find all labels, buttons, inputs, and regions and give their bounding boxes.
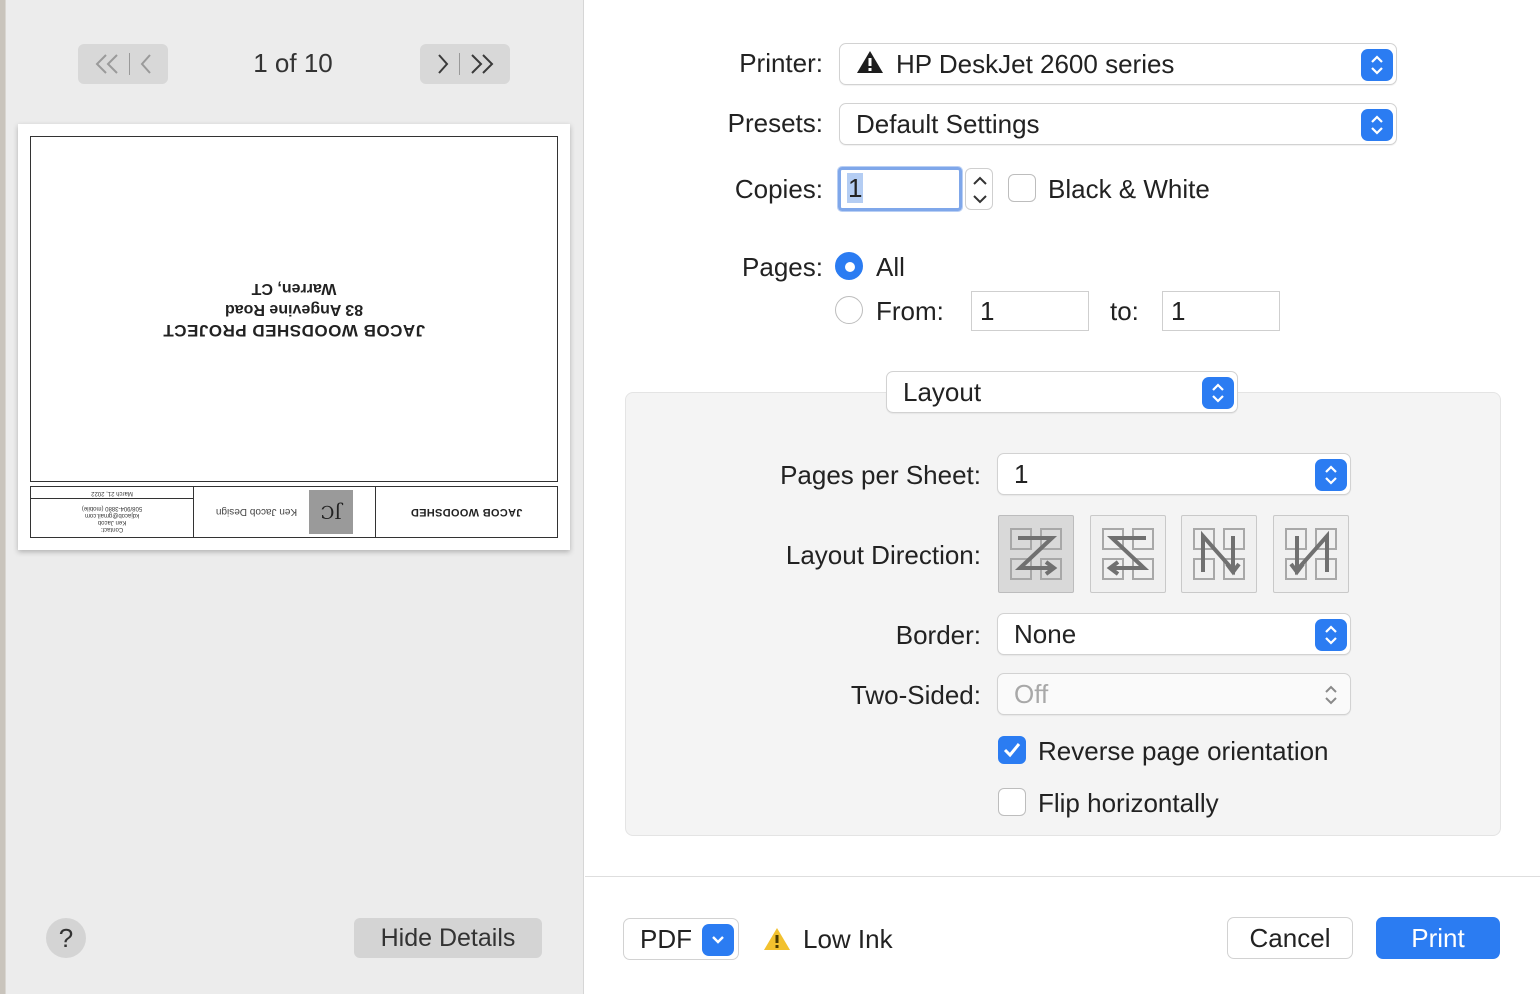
contact-line: 508/904-3880 (mobile) bbox=[81, 505, 143, 511]
section-value: Layout bbox=[903, 377, 982, 407]
z-left-right-icon[interactable] bbox=[998, 515, 1074, 593]
popup-arrows-icon bbox=[1315, 459, 1347, 491]
pages-from-label: From: bbox=[876, 296, 944, 326]
popup-arrows-icon bbox=[1315, 619, 1347, 651]
pages-from-radio[interactable] bbox=[835, 296, 863, 324]
popup-arrows-icon bbox=[1315, 679, 1347, 711]
pages-per-sheet-value: 1 bbox=[1014, 459, 1029, 489]
reverse-orientation-label: Reverse page orientation bbox=[1038, 736, 1329, 766]
two-sided-value: Off bbox=[1014, 679, 1049, 709]
pages-per-sheet-label: Pages per Sheet: bbox=[780, 460, 981, 490]
low-ink-label: Low Ink bbox=[803, 924, 893, 954]
pages-to-field[interactable]: 1 bbox=[1162, 291, 1280, 331]
popup-arrows-icon bbox=[1202, 377, 1234, 409]
window-edge bbox=[0, 0, 6, 994]
low-ink-warning-icon bbox=[763, 926, 791, 957]
nav-separator bbox=[458, 53, 460, 75]
previous-page-icon[interactable] bbox=[138, 52, 154, 76]
n-top-bottom-icon[interactable] bbox=[1181, 515, 1257, 593]
presets-label: Presets: bbox=[727, 108, 823, 138]
pages-all-label: All bbox=[876, 252, 905, 282]
pages-all-radio[interactable] bbox=[835, 252, 863, 280]
reverse-n-icon[interactable] bbox=[1273, 515, 1349, 593]
last-page-icon[interactable] bbox=[468, 52, 496, 76]
title-block-contact: Contact: Ken Jacob kdjacob@gmail.com 508… bbox=[31, 487, 193, 537]
title-block-name: JACOB WOODSHED bbox=[375, 487, 557, 537]
drawing-frame: JACOB WOODSHED PROJECT 83 Angevine Road … bbox=[30, 136, 558, 482]
pages-per-sheet-popup[interactable]: 1 bbox=[997, 453, 1351, 495]
reverse-orientation-checkbox[interactable] bbox=[998, 736, 1026, 764]
popup-arrows-icon bbox=[1361, 109, 1393, 141]
page-counter: 1 of 10 bbox=[253, 48, 333, 78]
copies-stepper[interactable] bbox=[965, 168, 993, 210]
two-sided-popup[interactable]: Off bbox=[997, 673, 1351, 715]
first-previous-page-buttons[interactable] bbox=[78, 44, 168, 84]
pages-from-field[interactable]: 1 bbox=[971, 291, 1089, 331]
pages-to-label: to: bbox=[1110, 296, 1139, 326]
contact-info: Contact: Ken Jacob kdjacob@gmail.com 508… bbox=[31, 499, 193, 537]
rotated-page-content: JACOB WOODSHED JC Ken Jacob Design Conta… bbox=[18, 124, 570, 550]
popup-arrows-icon bbox=[1361, 49, 1393, 81]
page-preview: JACOB WOODSHED JC Ken Jacob Design Conta… bbox=[18, 124, 570, 550]
first-page-icon[interactable] bbox=[93, 52, 121, 76]
project-address: 83 Angevine Road bbox=[224, 301, 364, 318]
logo-mark: JC bbox=[309, 490, 354, 534]
printer-value: HP DeskJet 2600 series bbox=[896, 49, 1175, 79]
black-white-checkbox[interactable] bbox=[1008, 174, 1036, 202]
border-label: Border: bbox=[895, 620, 981, 650]
reverse-z-icon[interactable] bbox=[1090, 515, 1166, 593]
footer-divider bbox=[585, 876, 1540, 877]
printer-popup[interactable]: HP DeskJet 2600 series bbox=[839, 43, 1397, 85]
pdf-label: PDF bbox=[640, 924, 692, 954]
contact-line: Ken Jacob bbox=[97, 519, 127, 525]
help-button[interactable]: ? bbox=[46, 918, 86, 958]
presets-value: Default Settings bbox=[856, 109, 1040, 139]
copies-field[interactable]: 1 bbox=[838, 167, 962, 211]
chevron-down-icon bbox=[702, 924, 734, 956]
print-button[interactable]: Print bbox=[1376, 917, 1500, 959]
pages-label: Pages: bbox=[742, 252, 823, 282]
pdf-menu-button[interactable]: PDF bbox=[623, 918, 739, 960]
title-block: JACOB WOODSHED JC Ken Jacob Design Conta… bbox=[30, 486, 558, 538]
layout-direction-label: Layout Direction: bbox=[785, 540, 981, 570]
contact-line: Contact: bbox=[100, 526, 124, 532]
section-popup[interactable]: Layout bbox=[886, 371, 1238, 413]
copies-value: 1 bbox=[847, 173, 864, 203]
border-value: None bbox=[1014, 619, 1077, 649]
title-block-logo: JC Ken Jacob Design bbox=[193, 487, 375, 537]
designer-name: Ken Jacob Design bbox=[215, 506, 298, 518]
copies-label: Copies: bbox=[734, 174, 823, 204]
checkmark-icon bbox=[1003, 743, 1021, 758]
warning-icon bbox=[856, 46, 884, 86]
contact-line: kdjacob@gmail.com bbox=[84, 512, 140, 518]
drawing-date: March 21, 2022 bbox=[31, 487, 193, 499]
black-white-label: Black & White bbox=[1048, 174, 1210, 204]
hide-details-button[interactable]: Hide Details bbox=[354, 918, 542, 958]
project-title-block: JACOB WOODSHED PROJECT 83 Angevine Road … bbox=[31, 278, 557, 341]
project-name: JACOB WOODSHED PROJECT bbox=[162, 321, 426, 340]
presets-popup[interactable]: Default Settings bbox=[839, 103, 1397, 145]
printer-label: Printer: bbox=[739, 48, 823, 78]
next-last-page-buttons[interactable] bbox=[420, 44, 510, 84]
project-city: Warren, CT bbox=[251, 280, 337, 297]
flip-horizontally-checkbox[interactable] bbox=[998, 788, 1026, 816]
print-settings-pane: Printer: HP DeskJet 2600 series Presets:… bbox=[585, 0, 1540, 994]
two-sided-label: Two-Sided: bbox=[850, 680, 981, 710]
next-page-icon[interactable] bbox=[435, 52, 451, 76]
flip-horizontally-label: Flip horizontally bbox=[1038, 788, 1219, 818]
nav-separator bbox=[128, 53, 130, 75]
border-popup[interactable]: None bbox=[997, 613, 1351, 655]
cancel-button[interactable]: Cancel bbox=[1227, 917, 1353, 959]
preview-pane: 1 of 10 JACOB WOODSHED JC Ken Jacob Desi… bbox=[0, 0, 584, 994]
